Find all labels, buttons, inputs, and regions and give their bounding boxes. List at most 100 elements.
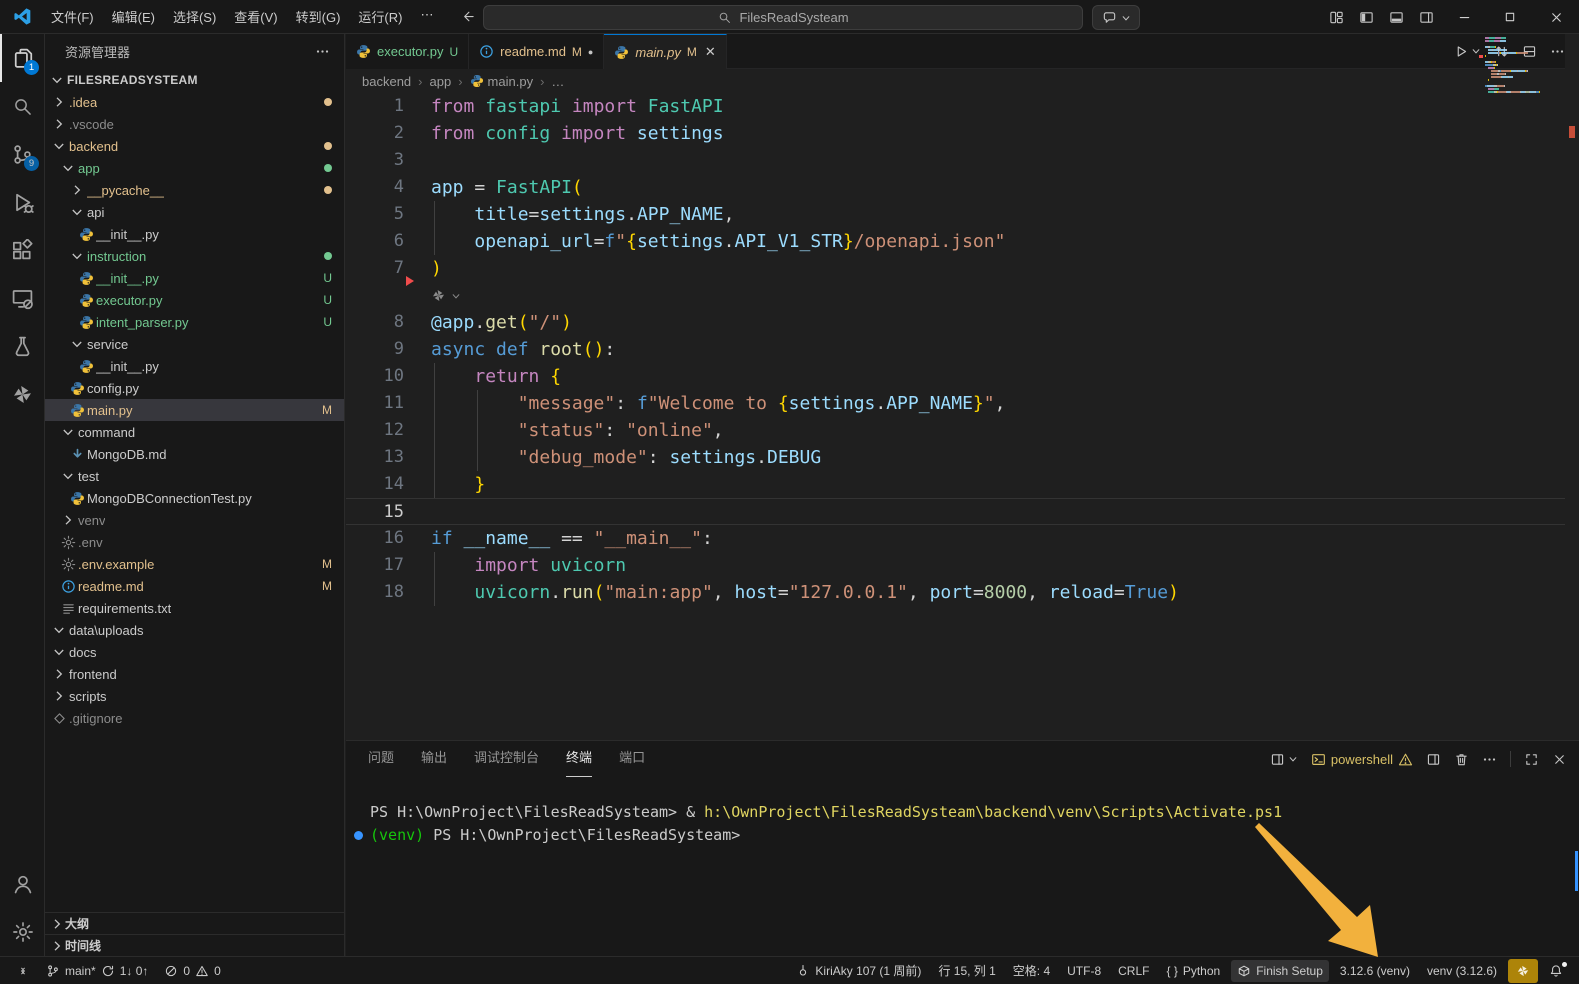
tree-folder-command[interactable]: command [45,421,344,443]
tree-folder-backend[interactable]: backend [45,135,344,157]
tree-file--init-py[interactable]: __init__.pyU [45,267,344,289]
statusbar-venv-version[interactable]: venv (3.12.6) [1421,960,1503,982]
activitybar-ai-extension[interactable] [0,370,45,418]
activitybar-manage[interactable] [0,908,45,956]
launch-profile-button[interactable] [1270,752,1298,767]
panel-tab-终端[interactable]: 终端 [566,741,592,777]
code-line-17[interactable]: 17 import uvicorn [346,552,1579,579]
breadcrumb-item[interactable]: main.py [470,74,534,89]
tree-file--init-py[interactable]: __init__.py [45,355,344,377]
activitybar-source-control[interactable]: 9 [0,130,45,178]
statusbar-language-mode[interactable]: { }Python [1160,960,1226,982]
sidebar-section-outline[interactable]: 大纲 [45,912,344,934]
more-actions-icon[interactable] [1482,752,1497,767]
panel-tab-问题[interactable]: 问题 [368,741,394,777]
code-line-18[interactable]: 18 uvicorn.run("main:app", host="127.0.0… [346,579,1579,606]
terminal[interactable]: PS H:\OwnProject\FilesReadSysteam> & h:\… [370,777,1559,956]
breadcrumb-item[interactable]: … [551,74,564,89]
tree-folder-test[interactable]: test [45,465,344,487]
close-tab-icon[interactable]: ✕ [705,44,716,60]
code-line-13[interactable]: 13 "debug_mode": settings.DEBUG [346,444,1579,471]
code-line-11[interactable]: 11 "message": f"Welcome to {settings.APP… [346,390,1579,417]
tab-readme-md[interactable]: readme.mdM● [469,34,604,69]
statusbar-cursor-position[interactable]: 行 15, 列 1 [932,960,1001,982]
tree-folder--idea[interactable]: .idea [45,91,344,113]
close-panel-icon[interactable] [1552,752,1567,767]
breadcrumb-item[interactable]: app [430,74,452,89]
code-line-8[interactable]: 8@app.get("/") [346,309,1579,336]
code-line-16[interactable]: 16if __name__ == "__main__": [346,525,1579,552]
toggle-panel-icon[interactable] [1381,0,1411,34]
inline-suggestion-widget[interactable] [346,282,1579,309]
activitybar-accounts[interactable] [0,860,45,908]
tab-executor-py[interactable]: executor.pyU [346,34,469,69]
menu-item-2[interactable]: 编辑(E) [103,4,164,29]
activitybar-testing[interactable] [0,322,45,370]
tree-file-intent-parser-py[interactable]: intent_parser.pyU [45,311,344,333]
more-actions-icon[interactable] [315,44,330,59]
menu-item-4[interactable]: 查看(V) [225,4,286,29]
code-line-14[interactable]: 14 } [346,471,1579,498]
statusbar-branch-status[interactable]: main*1↓ 0↑ [40,960,154,982]
minimize-button[interactable] [1441,0,1487,34]
customize-layout-icon[interactable] [1321,0,1351,34]
tree-folder-venv[interactable]: venv [45,509,344,531]
breadcrumb[interactable]: backend›app›main.py›… [346,69,1579,93]
tree-file-readme-md[interactable]: readme.mdM [45,575,344,597]
code-line-4[interactable]: 4app = FastAPI( [346,174,1579,201]
code-editor[interactable]: 1from fastapi import FastAPI2from config… [346,93,1579,740]
code-line-2[interactable]: 2from config import settings [346,120,1579,147]
command-center-search[interactable]: FilesReadSysteam [483,5,1083,30]
activitybar-run-and-debug[interactable] [0,178,45,226]
statusbar-notifications[interactable] [1543,960,1569,982]
tree-file-mongodbconnectiontest-py[interactable]: MongoDBConnectionTest.py [45,487,344,509]
tree-file-config-py[interactable]: config.py [45,377,344,399]
code-line-1[interactable]: 1from fastapi import FastAPI [346,93,1579,120]
statusbar-python-version[interactable]: 3.12.6 (venv) [1334,960,1416,982]
statusbar-eol[interactable]: CRLF [1112,960,1155,982]
tree-root[interactable]: FILESREADSYSTEAM [45,69,344,91]
statusbar-indentation[interactable]: 空格: 4 [1007,960,1056,982]
panel-tab-输出[interactable]: 输出 [421,741,447,777]
tree-file-mongodb-md[interactable]: MongoDB.md [45,443,344,465]
activitybar-explorer[interactable]: 1 [0,34,45,82]
minimap[interactable] [1485,37,1563,94]
statusbar-encoding[interactable]: UTF-8 [1061,960,1107,982]
tree-folder-docs[interactable]: docs [45,641,344,663]
code-line-15[interactable]: 15 [346,498,1579,525]
tree-folder-app[interactable]: app [45,157,344,179]
tree-folder-instruction[interactable]: instruction [45,245,344,267]
tree-folder-api[interactable]: api [45,201,344,223]
tree-folder-scripts[interactable]: scripts [45,685,344,707]
code-line-5[interactable]: 5 title=settings.APP_NAME, [346,201,1579,228]
tree-file-main-py[interactable]: main.pyM [45,399,344,421]
run-python-button[interactable] [1453,44,1481,59]
statusbar-problems-status[interactable]: 00 [158,960,226,982]
toggle-sidebar-icon[interactable] [1351,0,1381,34]
panel-tab-调试控制台[interactable]: 调试控制台 [474,741,539,777]
statusbar-remote-indicator[interactable] [10,960,36,982]
breadcrumb-item[interactable]: backend [362,74,411,89]
code-line-9[interactable]: 9async def root(): [346,336,1579,363]
activitybar-search[interactable] [0,82,45,130]
statusbar-extension-gold[interactable] [1508,959,1538,983]
code-line-10[interactable]: 10 return { [346,363,1579,390]
terminal-tab-powershell[interactable]: powershell [1311,752,1413,767]
command-decoration[interactable] [354,831,363,840]
split-terminal-icon[interactable] [1426,752,1441,767]
tree-file--env[interactable]: .env [45,531,344,553]
sidebar-section-timeline[interactable]: 时间线 [45,934,344,956]
close-button[interactable] [1533,0,1579,34]
menu-item-3[interactable]: 选择(S) [164,4,225,29]
code-line-12[interactable]: 12 "status": "online", [346,417,1579,444]
terminal-scrollbar[interactable] [1575,851,1578,891]
maximize-button[interactable] [1487,0,1533,34]
code-line-3[interactable]: 3 [346,147,1579,174]
nav-back-icon[interactable] [460,9,475,24]
maximize-panel-icon[interactable] [1524,752,1539,767]
tab-main-py[interactable]: main.pyM✕ [604,34,726,69]
tree-folder--pycache-[interactable]: __pycache__ [45,179,344,201]
activitybar-remote-explorer[interactable] [0,274,45,322]
toggle-secondary-sidebar-icon[interactable] [1411,0,1441,34]
tree-file--env-example[interactable]: .env.exampleM [45,553,344,575]
